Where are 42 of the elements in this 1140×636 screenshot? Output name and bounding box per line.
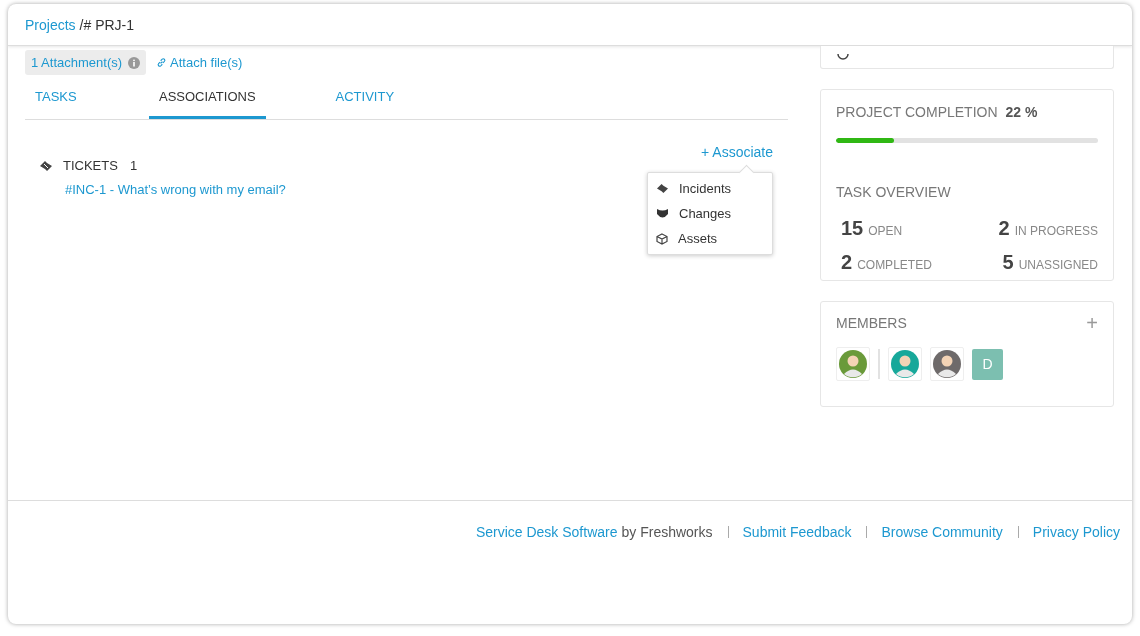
stat-label: COMPLETED — [857, 258, 932, 272]
avatar[interactable] — [932, 349, 962, 379]
associate-link[interactable]: + Associate — [701, 144, 773, 160]
stat-count: 2 — [998, 217, 1010, 240]
breadcrumb-link[interactable]: Projects — [25, 16, 76, 33]
completion-percent: 22 % — [1005, 104, 1038, 120]
tab[interactable]: ACTIVITY — [335, 89, 395, 119]
footer-link[interactable]: Submit Feedback — [742, 524, 852, 540]
menu-item[interactable]: Assets — [648, 226, 772, 251]
footer-text: by Freshworks — [621, 524, 713, 540]
ticket-icon — [656, 183, 669, 194]
stat-count: 2 — [841, 251, 853, 274]
footer-link[interactable]: Service Desk Software — [475, 524, 618, 540]
tab[interactable]: ASSOCIATIONS — [149, 89, 266, 119]
menu-item[interactable]: Incidents — [648, 176, 772, 201]
footer-link[interactable]: Privacy Policy — [1032, 524, 1120, 540]
avatar[interactable] — [838, 349, 868, 379]
stat-label: OPEN — [868, 224, 903, 238]
stat-label: UNASSIGNED — [1018, 258, 1098, 272]
tickets-count: 1 — [129, 158, 138, 173]
shield-icon — [656, 207, 669, 220]
info-icon — [128, 56, 141, 69]
menu-item[interactable]: Changes — [648, 201, 772, 226]
attach-file-link[interactable]: Attach file(s) — [156, 55, 243, 70]
tickets-heading: TICKETS — [63, 158, 118, 173]
add-member-button[interactable]: + — [1086, 315, 1098, 331]
avatar[interactable] — [890, 349, 920, 379]
tab[interactable]: TASKS — [35, 89, 149, 119]
stat-count: 5 — [1002, 251, 1014, 274]
link-icon — [156, 57, 168, 68]
cube-icon — [656, 232, 668, 245]
ticket-link[interactable]: #INC-1 - What’s wrong with my email? — [65, 182, 286, 197]
breadcrumb-current: /# PRJ-1 — [79, 16, 135, 33]
task-overview-heading: TASK OVERVIEW — [836, 184, 952, 200]
footer-link[interactable]: Browse Community — [881, 524, 1003, 540]
members-heading: MEMBERS — [836, 315, 907, 331]
stat-count: 15 — [841, 217, 864, 240]
avatar-initial[interactable]: D — [972, 348, 1003, 380]
completion-label: PROJECT COMPLETION — [836, 104, 998, 120]
ticket-icon — [39, 159, 53, 172]
stat-label: IN PROGRESS — [1014, 224, 1098, 238]
attachment-count-chip[interactable]: 1 Attachment(s) — [25, 50, 147, 75]
